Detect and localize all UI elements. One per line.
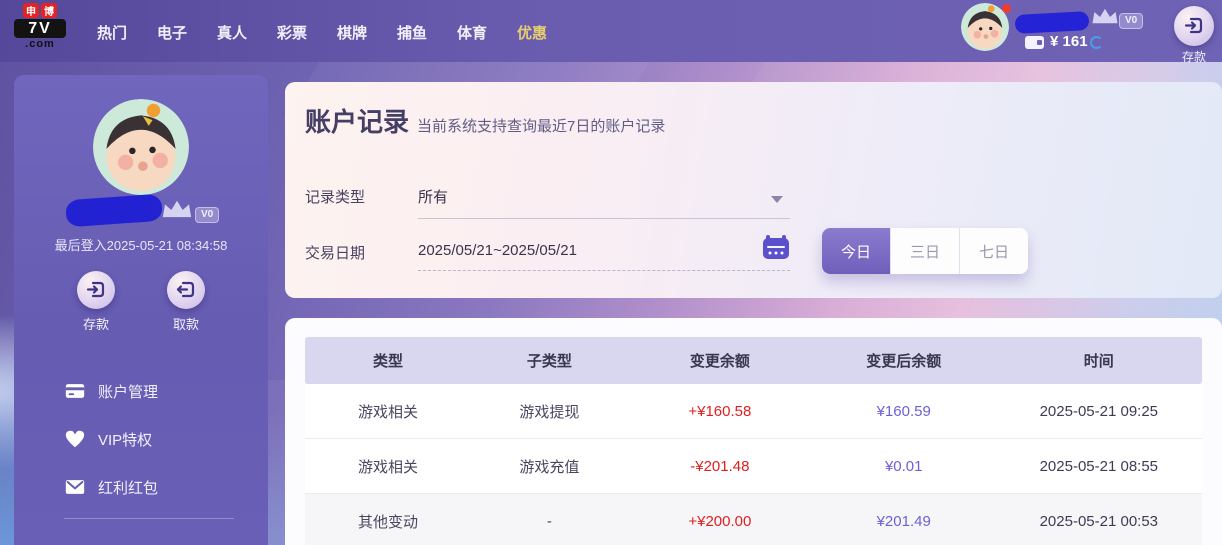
page-subtitle: 当前系统支持查询最近7日的账户记录 xyxy=(417,118,666,135)
cell-change-amount: -¥201.48 xyxy=(690,457,750,475)
vip-crown-icon xyxy=(1090,8,1120,26)
col-header-after: 变更后余额 xyxy=(866,353,942,370)
nav-item-fishing[interactable]: 捕鱼 xyxy=(382,22,442,43)
account-records-page: 申 博 7V .com 热门 电子 真人 彩票 棋牌 捕鱼 体育 优惠 V0 ¥… xyxy=(0,0,1222,545)
brand-badges: 申 博 xyxy=(14,3,66,18)
deposit-label: 存款 xyxy=(82,317,109,332)
refresh-balance-icon[interactable] xyxy=(1090,36,1103,49)
sidebar-item-label: 账户管理 xyxy=(98,383,159,401)
username-redacted xyxy=(1014,11,1090,34)
col-header-change: 变更余额 xyxy=(689,353,750,370)
records-filter-card: 账户记录 当前系统支持查询最近7日的账户记录 记录类型 所有 交易日期 2025… xyxy=(285,82,1222,298)
avatar-illustration xyxy=(93,99,189,195)
sidebar-actions: 存款 取款 xyxy=(14,271,268,333)
sidebar-item-bonus-redpacket[interactable]: 红利红包 xyxy=(14,463,268,511)
record-type-select[interactable]: 所有 xyxy=(418,186,448,207)
nav-item-slots[interactable]: 电子 xyxy=(142,22,202,43)
wallet-icon xyxy=(1025,36,1044,49)
top-navigation-bar: 申 博 7V .com 热门 电子 真人 彩票 棋牌 捕鱼 体育 优惠 V0 ¥… xyxy=(0,0,1222,65)
records-table-card: 类型 子类型 变更余额 变更后余额 时间 游戏相关 游戏提现 +¥160.58 … xyxy=(285,318,1222,545)
brand-logo[interactable]: 申 博 7V .com xyxy=(14,3,66,50)
notification-dot xyxy=(1002,4,1011,13)
nav-item-sports[interactable]: 体育 xyxy=(442,22,502,43)
calendar-icon[interactable] xyxy=(762,234,790,260)
cell-subtype: - xyxy=(546,513,552,530)
vip-level-badge: V0 xyxy=(1119,13,1144,29)
cell-after-balance: ¥201.49 xyxy=(876,513,931,530)
withdraw-icon xyxy=(167,271,205,309)
cell-time: 2025-05-21 00:53 xyxy=(1039,513,1159,530)
nav-item-promotions[interactable]: 优惠 xyxy=(502,22,562,43)
cell-time: 2025-05-21 09:25 xyxy=(1039,402,1159,420)
main-nav: 热门 电子 真人 彩票 棋牌 捕鱼 体育 优惠 xyxy=(82,22,562,43)
range-button-today[interactable]: 今日 xyxy=(822,228,890,274)
nav-item-lottery[interactable]: 彩票 xyxy=(262,22,322,43)
deposit-button[interactable]: 存款 xyxy=(64,271,128,333)
records-table: 类型 子类型 变更余额 变更后余额 时间 游戏相关 游戏提现 +¥160.58 … xyxy=(305,337,1202,545)
sidebar-divider xyxy=(64,518,234,519)
cell-type: 其他变动 xyxy=(357,514,418,531)
sidebar-item-label: VIP特权 xyxy=(98,431,153,449)
sidebar-menu: 账户管理 VIP特权 红利红包 xyxy=(14,367,268,511)
deposit-icon xyxy=(1174,6,1214,46)
table-row: 游戏相关 游戏提现 +¥160.58 ¥160.59 2025-05-21 09… xyxy=(305,384,1202,439)
brand-name: 7V xyxy=(14,19,66,38)
cell-after-balance: ¥0.01 xyxy=(884,457,923,475)
envelope-icon xyxy=(64,476,86,498)
user-sidebar: V0 最后登入2025-05-21 08:34:58 存款 取款 账户管理 VI… xyxy=(14,75,268,545)
bank-card-icon xyxy=(64,380,86,402)
cell-type: 游戏相关 xyxy=(357,403,418,421)
vip-crown-icon xyxy=(160,199,194,221)
sidebar-item-account-management[interactable]: 账户管理 xyxy=(14,367,268,415)
page-title: 账户记录 xyxy=(305,107,410,137)
table-row: 游戏相关 游戏充值 -¥201.48 ¥0.01 2025-05-21 08:5… xyxy=(305,439,1202,494)
cell-type: 游戏相关 xyxy=(357,458,418,476)
last-login-text: 最后登入2025-05-21 08:34:58 xyxy=(54,238,228,253)
range-button-3days[interactable]: 三日 xyxy=(890,228,959,274)
vip-level-badge: V0 xyxy=(195,207,220,223)
balance-amount: ¥ 161 xyxy=(1050,33,1088,50)
username-redacted xyxy=(65,193,163,228)
withdraw-label: 取款 xyxy=(172,317,199,332)
cell-subtype: 游戏提现 xyxy=(519,403,580,421)
table-header-row: 类型 子类型 变更余额 变更后余额 时间 xyxy=(305,337,1202,384)
col-header-subtype: 子类型 xyxy=(526,353,572,370)
col-header-time: 时间 xyxy=(1083,353,1114,370)
cell-time: 2025-05-21 08:55 xyxy=(1039,457,1159,475)
withdraw-button[interactable]: 取款 xyxy=(154,271,218,333)
user-avatar-large[interactable] xyxy=(93,99,189,195)
brand-badge-right: 博 xyxy=(41,3,57,18)
heart-badge-icon xyxy=(64,428,86,450)
date-range-button-group: 今日 三日 七日 xyxy=(822,228,1028,274)
chevron-down-icon[interactable] xyxy=(771,196,783,203)
range-button-7days[interactable]: 七日 xyxy=(959,228,1028,274)
records-title-row: 账户记录 当前系统支持查询最近7日的账户记录 xyxy=(305,102,665,139)
brand-badge-left: 申 xyxy=(23,3,39,18)
record-type-label: 记录类型 xyxy=(305,189,366,206)
cell-after-balance: ¥160.59 xyxy=(876,402,931,420)
nav-item-chess[interactable]: 棋牌 xyxy=(322,22,382,43)
quick-deposit-button[interactable]: 存款 xyxy=(1174,6,1214,65)
trade-date-label: 交易日期 xyxy=(305,245,366,262)
deposit-icon xyxy=(77,271,115,309)
sidebar-item-label: 红利红包 xyxy=(98,479,159,497)
table-row: 其他变动 - +¥200.00 ¥201.49 2025-05-21 00:53 xyxy=(305,494,1202,545)
cell-change-amount: +¥200.00 xyxy=(688,513,752,530)
cell-subtype: 游戏充值 xyxy=(519,458,580,476)
date-range-input[interactable]: 2025/05/21~2025/05/21 xyxy=(418,242,577,259)
nav-item-live[interactable]: 真人 xyxy=(202,22,262,43)
quick-deposit-label: 存款 xyxy=(1181,50,1206,64)
col-header-type: 类型 xyxy=(372,353,403,370)
cell-change-amount: +¥160.58 xyxy=(688,402,752,420)
brand-tld: .com xyxy=(25,38,55,50)
record-type-underline xyxy=(418,218,790,219)
trade-date-underline xyxy=(418,270,790,271)
sidebar-item-vip-privileges[interactable]: VIP特权 xyxy=(14,415,268,463)
nav-item-hot[interactable]: 热门 xyxy=(82,22,142,43)
